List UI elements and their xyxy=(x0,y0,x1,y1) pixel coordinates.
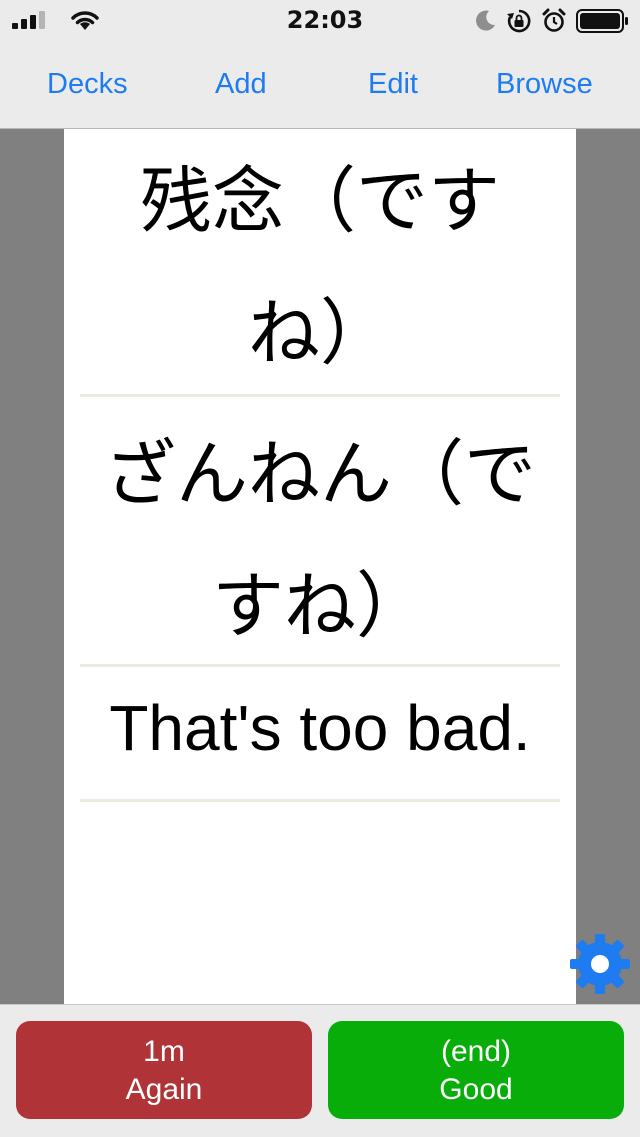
card-reading-line1: ざんねん（で xyxy=(103,432,536,516)
browse-button[interactable]: Browse xyxy=(496,62,593,106)
status-bar: 22:03 xyxy=(0,0,640,40)
status-clock: 22:03 xyxy=(286,6,364,34)
again-label: Again xyxy=(125,1073,203,1106)
card-side-panel-right xyxy=(576,129,640,1004)
flashcard[interactable]: 残念（です ね） ざんねん（で すね） That's too bad. xyxy=(64,129,576,1004)
answer-bar: 1m Again (end) Good xyxy=(0,1004,640,1137)
wifi-icon xyxy=(71,11,99,30)
edit-button[interactable]: Edit xyxy=(368,62,418,106)
card-reading-line2: すね） xyxy=(211,564,428,648)
again-interval: 1m xyxy=(143,1035,185,1068)
card-expression-line1: 残念（です xyxy=(139,159,500,243)
card-side-panel-left xyxy=(0,129,64,1004)
card-reading: ざんねん（で すね） xyxy=(64,408,576,672)
card-expression: 残念（です ね） xyxy=(64,135,576,399)
moon-icon xyxy=(476,10,495,31)
cellular-signal-icon xyxy=(12,11,48,29)
card-expression-line2: ね） xyxy=(247,291,392,375)
card-divider xyxy=(80,799,560,802)
card-meaning: That's too bad. xyxy=(109,692,531,764)
add-button[interactable]: Add xyxy=(215,62,267,106)
gear-icon[interactable] xyxy=(568,932,632,996)
rotation-lock-icon xyxy=(507,9,531,33)
good-label: Good xyxy=(439,1073,513,1106)
good-interval: (end) xyxy=(440,1035,512,1068)
alarm-icon xyxy=(542,8,566,32)
again-button[interactable]: 1m Again xyxy=(16,1021,312,1119)
card-divider xyxy=(80,394,560,397)
nav-bar: Decks Add Edit Browse xyxy=(0,40,640,129)
battery-icon xyxy=(576,9,628,33)
decks-button[interactable]: Decks xyxy=(47,62,128,106)
good-button[interactable]: (end) Good xyxy=(328,1021,624,1119)
